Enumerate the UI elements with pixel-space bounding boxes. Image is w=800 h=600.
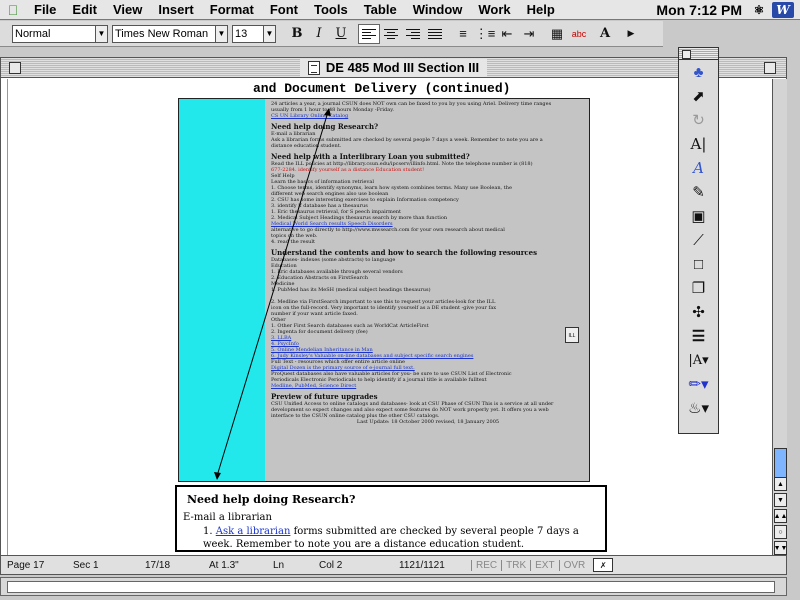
scroll-thumb[interactable] (774, 448, 787, 478)
bulleted-list-icon: ⋮≡ (474, 25, 496, 41)
bulleted-list-button[interactable]: ⋮≡ (474, 24, 496, 44)
justify-icon (428, 28, 442, 39)
next-page-icon[interactable]: ▼▼ (774, 541, 787, 555)
palette-title-bar[interactable] (679, 48, 718, 60)
menu-window[interactable]: Window (405, 2, 471, 17)
menu-format[interactable]: Format (202, 2, 262, 17)
menu-edit[interactable]: Edit (64, 2, 105, 17)
menu-insert[interactable]: Insert (150, 2, 201, 17)
align-right-icon (406, 28, 420, 39)
style-value: Normal (15, 27, 51, 40)
paint-bucket-icon[interactable]: ♨▾ (679, 396, 718, 420)
status-column: Col 2 (319, 559, 343, 571)
highlight-button[interactable]: abc (568, 24, 590, 44)
clip-art-icon[interactable]: ▣ (679, 204, 718, 228)
increase-indent-button[interactable]: ⇥ (518, 24, 540, 44)
menu-file[interactable]: File (26, 2, 64, 17)
align-center-button[interactable] (380, 24, 402, 44)
font-size-value: 13 (235, 27, 248, 40)
status-at: At 1.3" (209, 559, 239, 571)
status-rec[interactable]: REC (471, 559, 501, 571)
status-line: Ln (273, 559, 285, 571)
menu-help[interactable]: Help (519, 2, 563, 17)
drawing-logo-icon: ♣ (693, 63, 704, 81)
numbered-list-icon: ≡ (459, 26, 467, 41)
align-right-button[interactable] (402, 24, 424, 44)
window-title: DE 485 Mod III Section III (325, 60, 480, 75)
status-ovr[interactable]: OVR (558, 559, 590, 571)
font-color-icon: A (599, 26, 611, 41)
fill-color-icon[interactable]: |A▾ (679, 348, 718, 372)
free-rotate-icon[interactable]: ✣ (679, 300, 718, 324)
align-left-icon (362, 28, 376, 39)
menu-tools[interactable]: Tools (306, 2, 356, 17)
status-word-count: 1121/1121 (399, 559, 445, 571)
italic-button[interactable]: I (308, 24, 330, 44)
bold-button[interactable]: B (286, 24, 308, 44)
increase-indent-icon: ⇥ (523, 25, 535, 41)
document-page[interactable]: and Document Delivery (continued) 24 art… (7, 79, 771, 555)
horizontal-scrollbar[interactable] (0, 577, 787, 596)
decrease-indent-button[interactable]: ⇤ (496, 24, 518, 44)
chevron-down-icon: ▼ (95, 25, 107, 42)
status-ext[interactable]: EXT (530, 559, 558, 571)
zoom-box-icon[interactable] (764, 62, 776, 74)
font-value: Times New Roman (115, 27, 209, 40)
border-grid-icon: ▦ (550, 25, 564, 41)
status-position: 17/18 (145, 559, 171, 571)
autoshape-icon[interactable]: ❐ (679, 276, 718, 300)
insert-picture-icon[interactable]: ✎ (679, 180, 718, 204)
menu-table[interactable]: Table (356, 2, 405, 17)
vertical-scrollbar[interactable]: ▲ ▼ ▲▲ ○ ▼▼ (772, 79, 787, 555)
font-color-button[interactable]: A (590, 24, 620, 44)
callout-arrow (214, 108, 331, 480)
document-window: DE 485 Mod III Section III and Document … (0, 57, 787, 575)
align-left-button[interactable] (358, 23, 380, 44)
menu-font[interactable]: Font (262, 2, 306, 17)
underline-button[interactable]: U (330, 24, 352, 44)
font-select[interactable]: Times New Roman ▼ (112, 24, 228, 43)
window-title-bar[interactable]: DE 485 Mod III Section III (1, 58, 786, 78)
menu-clock[interactable]: Mon 7:12 PM (650, 2, 748, 18)
drawing-palette: ♣ ⬈ ↻ A| A ✎ ▣ ⟋ □ ❐ ✣ ☰ |A▾ ✏▾ ♨▾ (678, 47, 719, 434)
spelling-status-icon[interactable]: ✗ (593, 558, 614, 572)
status-section: Sec 1 (73, 559, 99, 571)
close-box-icon[interactable] (9, 62, 21, 74)
status-trk[interactable]: TRK (501, 559, 530, 571)
decrease-indent-icon: ⇤ (501, 25, 513, 41)
chevron-down-icon: ▼ (215, 25, 227, 42)
scroll-up-icon[interactable]: ▲ (774, 477, 787, 491)
menu-view[interactable]: View (105, 2, 150, 17)
status-bar: Page 17 Sec 1 17/18 At 1.3" Ln Col 2 112… (1, 555, 786, 574)
wordart-icon[interactable]: A (679, 156, 718, 180)
status-page: Page 17 (7, 559, 45, 571)
align-center-icon (384, 28, 398, 39)
numbered-list-button[interactable]: ≡ (452, 24, 474, 44)
apple-menu-icon[interactable]:  (0, 2, 26, 18)
browse-object-icon[interactable]: ○ (774, 525, 787, 539)
formatting-toolbar: Normal ▼ Times New Roman ▼ 13 ▼ B I U ≡ … (0, 21, 663, 47)
text-box-icon[interactable]: A| (679, 132, 718, 156)
control-strip-icon[interactable]: ⚛ (748, 1, 770, 19)
application-menu-icon[interactable]: W (772, 1, 794, 18)
rotate-icon[interactable]: ↻ (679, 108, 718, 132)
previous-page-icon[interactable]: ▲▲ (774, 509, 787, 523)
line-style-icon[interactable]: ☰ (679, 324, 718, 348)
justify-button[interactable] (424, 24, 446, 44)
style-select[interactable]: Normal ▼ (12, 24, 108, 43)
font-size-select[interactable]: 13 ▼ (232, 24, 276, 43)
line-tool-icon[interactable]: ⟋ (679, 228, 718, 252)
menu-bar:  File Edit View Insert Format Font Tool… (0, 0, 800, 20)
rectangle-tool-icon[interactable]: □ (679, 252, 718, 276)
select-arrow-icon[interactable]: ⬈ (679, 84, 718, 108)
horizontal-scroll-track[interactable] (7, 581, 775, 593)
document-icon (307, 60, 320, 75)
toolbar-more-icon[interactable]: ▶ (620, 24, 642, 44)
menu-work[interactable]: Work (470, 2, 518, 17)
highlighter-icon: abc (571, 28, 587, 39)
line-color-icon[interactable]: ✏▾ (679, 372, 718, 396)
scroll-down-icon[interactable]: ▼ (774, 493, 787, 507)
chevron-down-icon: ▼ (263, 25, 275, 42)
borders-button[interactable]: ▦ (546, 24, 568, 44)
